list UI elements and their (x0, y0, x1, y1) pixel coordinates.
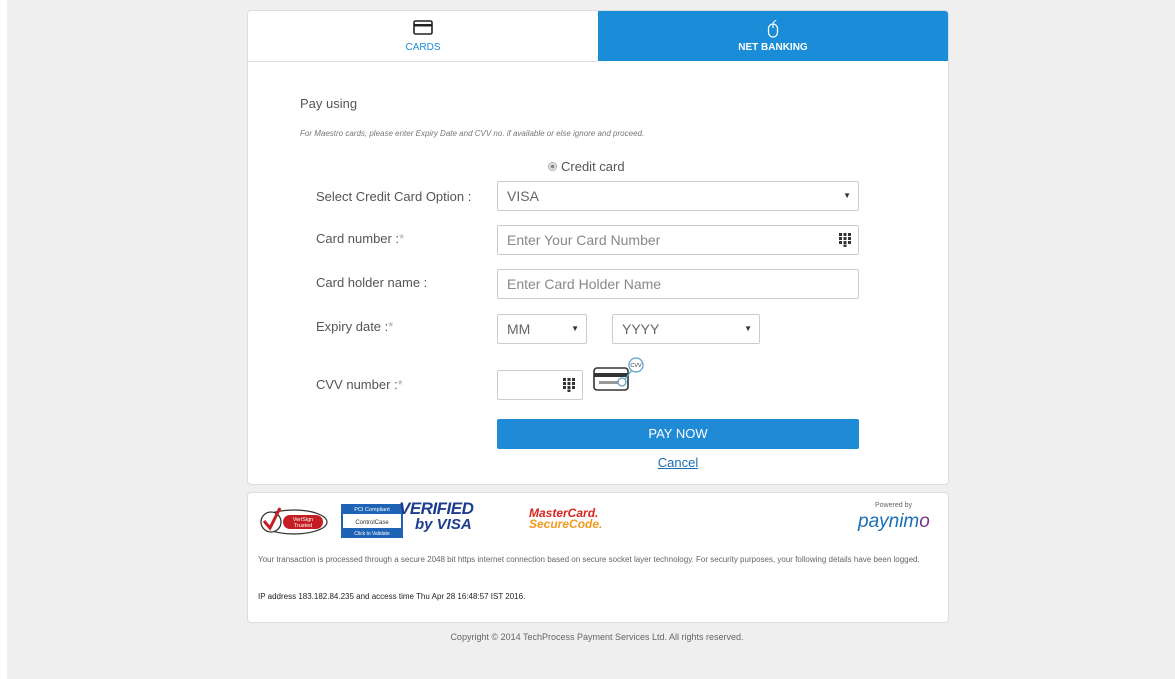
credit-card-radio-label: Credit card (561, 159, 625, 174)
credit-card-option-value: VISA (507, 188, 539, 204)
svg-text:ControlCase: ControlCase (355, 520, 389, 526)
pci-compliant-logo[interactable]: PCI Compliant ControlCase Click to Valid… (341, 504, 403, 538)
card-number-label: Card number :* (316, 231, 404, 246)
svg-text:PCI Compliant: PCI Compliant (354, 507, 390, 513)
pay-now-button[interactable]: PAY NOW (497, 419, 859, 449)
card-holder-input[interactable]: Enter Card Holder Name (497, 269, 859, 299)
cvv-label-text: CVV number : (316, 377, 398, 392)
tab-cards-label: CARDS (405, 42, 441, 53)
chevron-down-icon: ▼ (744, 324, 752, 333)
cancel-link[interactable]: Cancel (497, 455, 859, 470)
cvv-input[interactable] (497, 370, 583, 400)
security-notice: Your transaction is processed through a … (258, 555, 920, 564)
paynimo-logo: paynimo (858, 511, 930, 533)
expiry-month-select[interactable]: MM ▼ (497, 314, 587, 344)
select-option-label: Select Credit Card Option : (316, 189, 472, 204)
card-number-input[interactable]: Enter Your Card Number (497, 225, 859, 255)
svg-text:Trusted: Trusted (294, 523, 312, 529)
keypad-icon[interactable] (563, 378, 575, 392)
securecode-text: SecureCode. (529, 517, 603, 531)
card-holder-placeholder: Enter Card Holder Name (507, 276, 662, 292)
expiry-year-select[interactable]: YYYY ▼ (612, 314, 760, 344)
svg-text:Click to Validate: Click to Validate (354, 531, 390, 537)
credit-card-option-select[interactable]: VISA ▼ (497, 181, 859, 211)
expiry-year-value: YYYY (622, 321, 660, 337)
verisign-logo[interactable]: VeriSign Trusted (258, 502, 330, 538)
chevron-down-icon: ▼ (843, 191, 851, 200)
chevron-down-icon: ▼ (571, 324, 579, 333)
expiry-label-text: Expiry date : (316, 319, 389, 334)
keypad-icon[interactable] (839, 233, 851, 247)
expiry-month-value: MM (507, 321, 531, 337)
cvv-card-icon: CVV (593, 357, 644, 391)
payment-card: CARDS NET BANKING Pay using For Maestro … (247, 10, 949, 485)
required-mark: * (388, 319, 394, 334)
expiry-label: Expiry date :* (316, 319, 393, 334)
card-number-placeholder: Enter Your Card Number (507, 232, 661, 248)
credit-card-icon (413, 20, 433, 35)
tab-net-banking-label: NET BANKING (738, 42, 808, 53)
required-mark: * (399, 231, 405, 246)
security-footer: VeriSign Trusted PCI Compliant ControlCa… (247, 492, 949, 623)
radio-dot[interactable] (548, 162, 557, 171)
card-number-label-text: Card number : (316, 231, 400, 246)
mastercard-securecode-logo: MasterCard. SecureCode. (529, 507, 603, 531)
ip-address-log: IP address 183.182.84.235 and access tim… (258, 592, 526, 601)
verified-by-visa-logo: VERIFIED by VISA (399, 499, 474, 533)
verified-text: VERIFIED (399, 499, 474, 518)
required-mark: * (397, 377, 403, 392)
mouse-icon (767, 20, 779, 38)
powered-by-label: Powered by (875, 502, 912, 509)
pay-using-heading: Pay using (300, 96, 358, 111)
by-visa-text: by VISA (415, 516, 472, 533)
paynimo-main: paynim (858, 511, 920, 532)
tab-net-banking[interactable]: NET BANKING (598, 11, 948, 61)
card-holder-label: Card holder name : (316, 275, 428, 290)
paynimo-o: o (919, 511, 930, 532)
maestro-note: For Maestro cards, please enter Expiry D… (300, 129, 645, 138)
cvv-badge-text: CVV (630, 363, 642, 369)
payment-tabs: CARDS NET BANKING (248, 11, 948, 62)
credit-card-radio[interactable]: Credit card (548, 159, 625, 174)
left-edge (0, 0, 7, 679)
cvv-label: CVV number :* (316, 377, 403, 392)
tab-cards[interactable]: CARDS (248, 11, 598, 62)
copyright-text: Copyright © 2014 TechProcess Payment Ser… (450, 632, 744, 642)
